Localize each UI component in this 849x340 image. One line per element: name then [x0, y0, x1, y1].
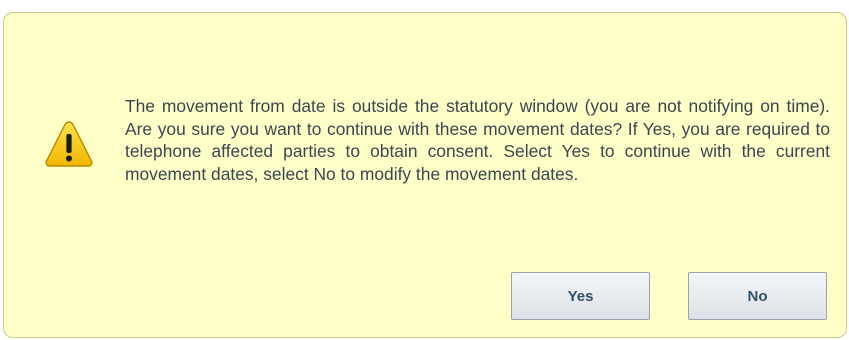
yes-button[interactable]: Yes [511, 272, 650, 320]
dialog-message: The movement from date is outside the st… [125, 96, 830, 184]
no-button[interactable]: No [688, 272, 827, 320]
warning-icon [45, 121, 93, 167]
background-strip [0, 0, 849, 12]
